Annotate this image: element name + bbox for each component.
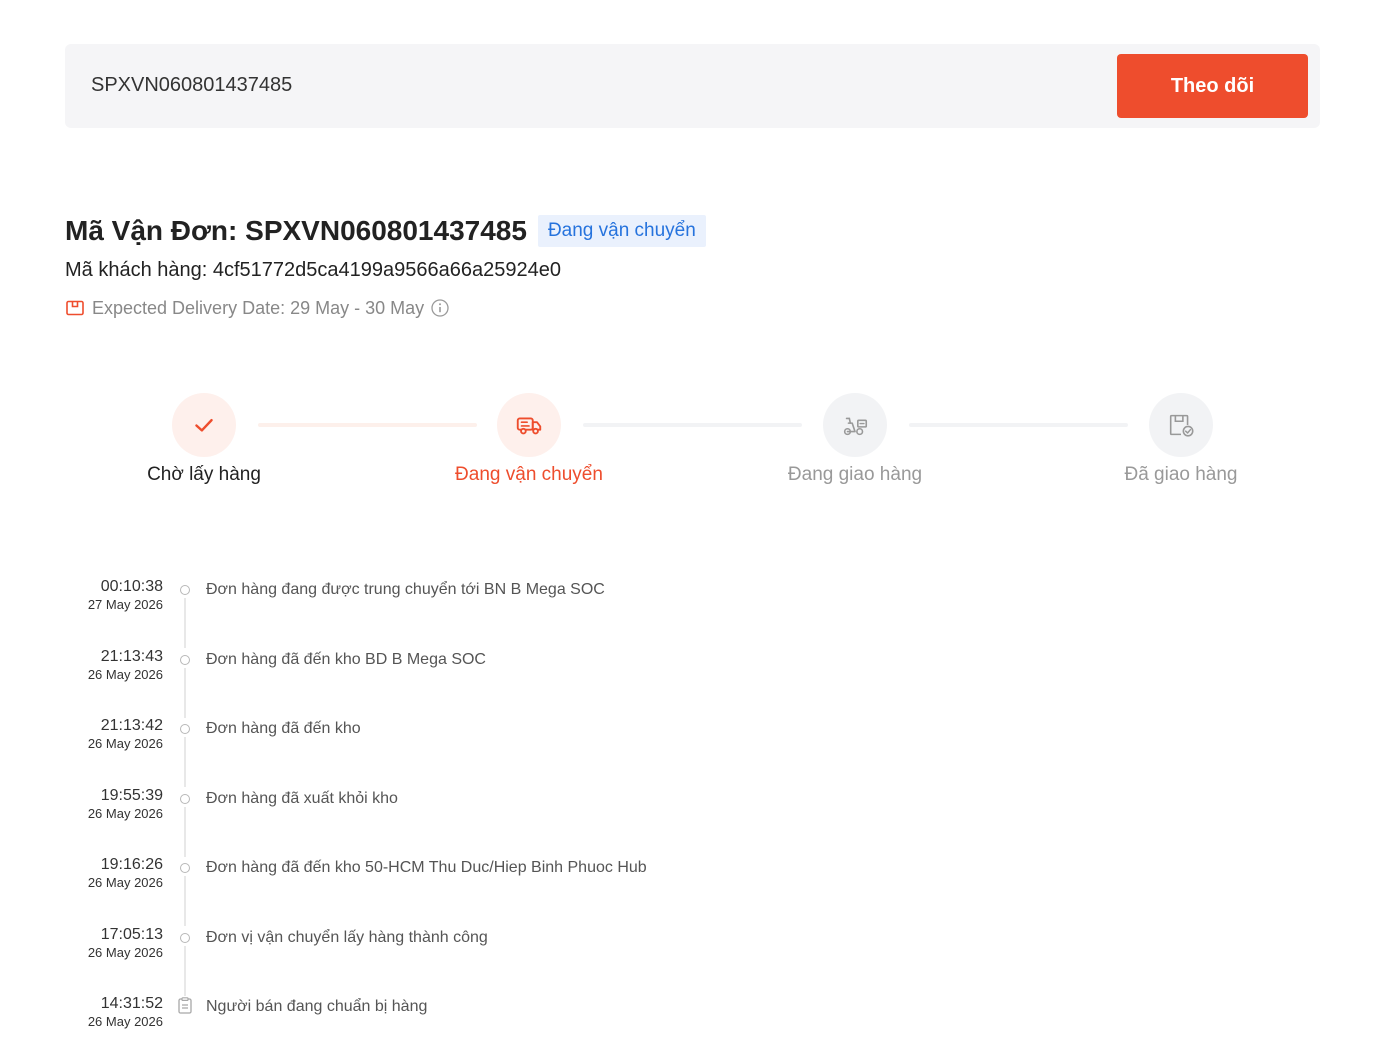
event-time: 21:13:42: [100, 717, 163, 734]
circle-dot-icon: [180, 863, 190, 873]
step-waiting-pickup: Chờ lấy hàng: [104, 393, 304, 493]
step-delivered: Đã giao hàng: [1081, 393, 1281, 493]
tracking-number-input[interactable]: [91, 65, 1091, 105]
event-description: Đơn hàng đã đến kho BD B Mega SOC: [206, 650, 486, 668]
circle-dot-icon: [180, 932, 190, 943]
page-title: Mã Vận Đơn: SPXVN060801437485: [65, 215, 527, 246]
event-description: Đơn hàng đã đến kho: [206, 720, 361, 737]
circle-dot-icon: [180, 654, 190, 665]
status-badge: Đang vận chuyển: [537, 215, 706, 247]
timeline-connector: [184, 876, 186, 926]
event-time: 19:16:26: [100, 856, 163, 873]
timeline-connector: [184, 737, 186, 787]
event-date: 26 May 2026: [87, 1014, 163, 1029]
scooter-icon: [840, 410, 870, 440]
event-description: Đơn hàng đã đến kho 50-HCM Thu Duc/Hiep …: [206, 859, 647, 876]
event-time: 17:05:13: [100, 925, 163, 943]
timeline-connector: [184, 806, 186, 857]
event-date: 26 May 2026: [87, 805, 163, 821]
expected-delivery: Expected Delivery Date: 29 May - 30 May: [66, 296, 449, 320]
timeline-entry: 14:31:52 26 May 2026 Người bán đang chuẩ…: [65, 993, 1320, 1033]
event-date: 26 May 2026: [87, 944, 163, 960]
event-date: 26 May 2026: [87, 875, 163, 890]
timeline-connector: [184, 598, 186, 648]
step-in-transit: Đang vận chuyển: [429, 393, 629, 493]
event-date: 27 May 2026: [87, 597, 163, 612]
timeline-entry: 19:16:26 26 May 2026 Đơn hàng đã đến kho…: [65, 854, 1320, 926]
timeline-entry: 17:05:13 26 May 2026 Đơn vị vận chuyển l…: [65, 924, 1320, 996]
step-label: Đã giao hàng: [1124, 464, 1238, 485]
box-check-icon: [1166, 410, 1196, 440]
event-description: Người bán đang chuẩn bị hàng: [206, 998, 428, 1015]
timeline-entry: 21:13:43 26 May 2026 Đơn hàng đã đến kho…: [65, 646, 1320, 718]
event-description: Đơn vị vận chuyển lấy hàng thành công: [206, 928, 488, 946]
tracking-timeline: 00:10:38 27 May 2026 Đơn hàng đang được …: [65, 576, 1320, 1033]
event-time: 00:10:38: [100, 578, 163, 595]
expected-delivery-text: Expected Delivery Date: 29 May - 30 May: [92, 297, 425, 318]
search-bar: Theo dõi: [65, 44, 1320, 128]
circle-dot-icon: [180, 724, 190, 734]
timeline-entry: 21:13:42 26 May 2026 Đơn hàng đã đến kho: [65, 715, 1320, 787]
check-icon: [191, 412, 217, 438]
timeline-entry: 00:10:38 27 May 2026 Đơn hàng đang được …: [65, 576, 1320, 648]
timeline-connector: [184, 945, 186, 996]
step-label: Đang giao hàng: [787, 464, 923, 485]
event-date: 26 May 2026: [87, 736, 163, 751]
step-circle: [1149, 393, 1213, 457]
shipment-header: Mã Vận Đơn: SPXVN060801437485 Đang vận c…: [65, 212, 706, 250]
step-label: Chờ lấy hàng: [147, 464, 261, 485]
circle-dot-icon: [180, 585, 190, 595]
timeline-connector: [184, 667, 186, 718]
event-time: 14:31:52: [100, 995, 163, 1012]
step-delivering: Đang giao hàng: [755, 393, 955, 493]
step-circle: [497, 393, 561, 457]
event-time: 19:55:39: [100, 786, 163, 804]
event-description: Đơn hàng đang được trung chuyển tới BN B…: [206, 581, 605, 598]
step-label: Đang vận chuyển: [455, 464, 603, 485]
step-circle: [823, 393, 887, 457]
event-description: Đơn hàng đã xuất khỏi kho: [206, 789, 398, 807]
clipboard-icon: [178, 997, 192, 1014]
timeline-entry: 19:55:39 26 May 2026 Đơn hàng đã xuất kh…: [65, 785, 1320, 857]
track-button[interactable]: Theo dõi: [1117, 54, 1308, 118]
package-icon: [66, 300, 84, 316]
truck-icon: [514, 410, 544, 440]
event-date: 26 May 2026: [87, 666, 163, 682]
info-icon[interactable]: [431, 299, 449, 317]
customer-code: Mã khách hàng: 4cf51772d5ca4199a9566a66a…: [65, 259, 561, 281]
circle-dot-icon: [180, 793, 190, 804]
event-time: 21:13:43: [100, 647, 163, 665]
step-circle: [172, 393, 236, 457]
